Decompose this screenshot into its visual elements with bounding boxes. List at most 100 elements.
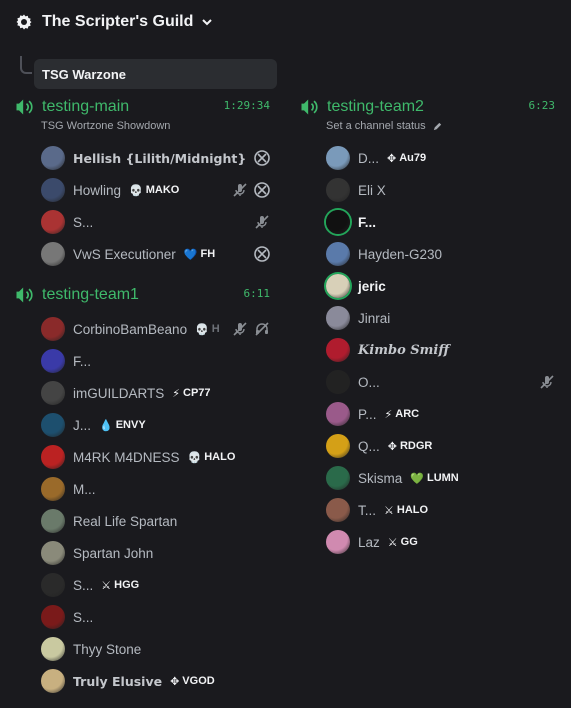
voice-user[interactable]: Hellish {Lilith/Midnight}: [14, 142, 270, 174]
avatar: [326, 402, 350, 426]
guild-tag[interactable]: 💀 MAKO: [129, 184, 179, 197]
voice-channel-timer: 1:29:34: [223, 99, 270, 112]
avatar: [41, 605, 65, 629]
voice-user[interactable]: Spartan John: [14, 537, 270, 569]
voice-user[interactable]: Truly Elusive ✥ VGOD: [14, 665, 270, 697]
guild-tag-label: MAKO: [145, 184, 180, 196]
voice-user-name: J...: [73, 417, 92, 433]
channel-status[interactable]: Set a channel status: [326, 119, 555, 133]
voice-channel: testing-main 1:29:34 TSG Wortzone Showdown…: [14, 96, 270, 270]
chevron-down-icon[interactable]: [201, 15, 215, 29]
guild-tag-icon: 💧: [99, 419, 113, 432]
voice-user-name: imGUILDARTS: [73, 385, 165, 401]
avatar: [326, 370, 350, 394]
voice-user[interactable]: F...: [14, 345, 270, 377]
voice-channel-header[interactable]: testing-team2 6:23: [299, 96, 555, 118]
voice-user[interactable]: T... ⚔ HALO: [299, 494, 555, 526]
guild-tag[interactable]: 💚 LUMN: [410, 472, 458, 485]
avatar: [41, 317, 65, 341]
xbox-icon: [254, 182, 270, 198]
voice-user-name: Hayden-G230: [358, 246, 443, 262]
voice-user-name: Jinrai: [358, 310, 391, 326]
xbox-icon: [254, 246, 270, 262]
guild-tag[interactable]: ✥ VGOD: [170, 675, 215, 688]
voice-user-name: F...: [358, 214, 377, 230]
voice-user[interactable]: S...: [14, 601, 270, 633]
voice-user-list: Hellish {Lilith/Midnight} Howling 💀 MAKO S..…: [14, 142, 270, 270]
voice-user-name: S...: [73, 214, 94, 230]
voice-user-name: Laz: [358, 534, 380, 550]
mic-muted-icon: [254, 214, 270, 230]
voice-user[interactable]: jeric: [299, 270, 555, 302]
voice-user[interactable]: D... ✥ Au79: [299, 142, 555, 174]
voice-user[interactable]: Laz ⚔ GG: [299, 526, 555, 558]
voice-user-name: M...: [73, 481, 96, 497]
voice-user[interactable]: CorbinoBamBeano 💀 H: [14, 313, 270, 345]
voice-user-name: Kimbo Smiff: [358, 342, 450, 358]
voice-user[interactable]: S... ⚔ HGG: [14, 569, 270, 601]
voice-channel-icon: [14, 284, 36, 306]
voice-user[interactable]: Eli X: [299, 174, 555, 206]
voice-user-name: Thyy Stone: [73, 641, 142, 657]
voice-user[interactable]: Thyy Stone: [14, 633, 270, 665]
event-label: TSG Warzone: [42, 66, 127, 82]
voice-user[interactable]: imGUILDARTS ⚡ CP77: [14, 377, 270, 409]
voice-user[interactable]: M4RK M4DNESS 💀 HALO: [14, 441, 270, 473]
pencil-icon[interactable]: [430, 118, 446, 134]
guild-tag[interactable]: ⚔ HGG: [101, 579, 139, 592]
voice-user[interactable]: Skisma 💚 LUMN: [299, 462, 555, 494]
guild-tag-label: Au79: [399, 152, 427, 164]
guild-tag[interactable]: ⚔ HALO: [384, 504, 428, 517]
guild-tag-label: HALO: [396, 504, 429, 516]
avatar: [41, 381, 65, 405]
voice-channel-header[interactable]: testing-team1 6:11: [14, 284, 270, 306]
voice-channel-header[interactable]: testing-main 1:29:34: [14, 96, 270, 118]
voice-user-list: D... ✥ Au79 Eli X F... Hayden-G230 jeric Jinrai…: [299, 142, 555, 558]
voice-user-name: T...: [358, 502, 377, 518]
voice-user[interactable]: S...: [14, 206, 270, 238]
voice-user[interactable]: Q... ✥ RDGR: [299, 430, 555, 462]
avatar: [41, 509, 65, 533]
guild-tag[interactable]: ✥ Au79: [387, 152, 426, 165]
voice-user[interactable]: Kimbo Smiff: [299, 334, 555, 366]
voice-channel: testing-team2 6:23 Set a channel status D..…: [299, 96, 555, 558]
voice-channel-icon: [14, 96, 36, 118]
xbox-icon: [254, 150, 270, 166]
voice-user[interactable]: Real Life Spartan: [14, 505, 270, 537]
avatar: [326, 210, 350, 234]
guild-tag[interactable]: ⚡ ARC: [385, 408, 420, 421]
guild-tag[interactable]: 💧 ENVY: [99, 419, 146, 432]
right-voice-column: testing-team2 6:23 Set a channel status D..…: [299, 96, 555, 558]
guild-tag-icon: ✥: [387, 440, 397, 453]
voice-user-name: M4RK M4DNESS: [73, 449, 180, 465]
avatar: [41, 445, 65, 469]
avatar: [41, 637, 65, 661]
voice-user[interactable]: Hayden-G230: [299, 238, 555, 270]
avatar: [326, 146, 350, 170]
voice-channel-icon: [299, 96, 321, 118]
voice-user[interactable]: F...: [299, 206, 555, 238]
guild-tag[interactable]: ⚔ GG: [388, 536, 418, 549]
guild-tag[interactable]: ⚡ CP77: [172, 387, 210, 400]
guild-tag-icon: ⚡: [384, 408, 393, 421]
guild-tag[interactable]: 💀 HALO: [188, 451, 236, 464]
channel-status: TSG Wortzone Showdown: [41, 119, 270, 133]
event-chip[interactable]: TSG Warzone: [34, 59, 277, 89]
voice-user[interactable]: VwS Executioner 💙 FH: [14, 238, 270, 270]
voice-user[interactable]: J... 💧 ENVY: [14, 409, 270, 441]
voice-user-name: Skisma: [358, 470, 403, 486]
guild-tag[interactable]: 💀 H: [195, 323, 220, 336]
guild-tag-label: VGOD: [182, 675, 215, 687]
voice-user[interactable]: O...: [299, 366, 555, 398]
voice-user[interactable]: M...: [14, 473, 270, 505]
guild-tag[interactable]: 💙 FH: [184, 248, 215, 261]
server-header[interactable]: The Scripter's Guild: [14, 10, 215, 34]
guild-tag-label: FH: [200, 248, 216, 260]
voice-channel: testing-team1 6:11 CorbinoBamBeano 💀 H F... im…: [14, 284, 270, 697]
guild-tag[interactable]: ✥ RDGR: [388, 440, 433, 453]
voice-state-icons: [254, 150, 270, 166]
voice-user[interactable]: P... ⚡ ARC: [299, 398, 555, 430]
voice-user[interactable]: Jinrai: [299, 302, 555, 334]
voice-user[interactable]: Howling 💀 MAKO: [14, 174, 270, 206]
guild-tag-icon: 💚: [410, 472, 424, 485]
